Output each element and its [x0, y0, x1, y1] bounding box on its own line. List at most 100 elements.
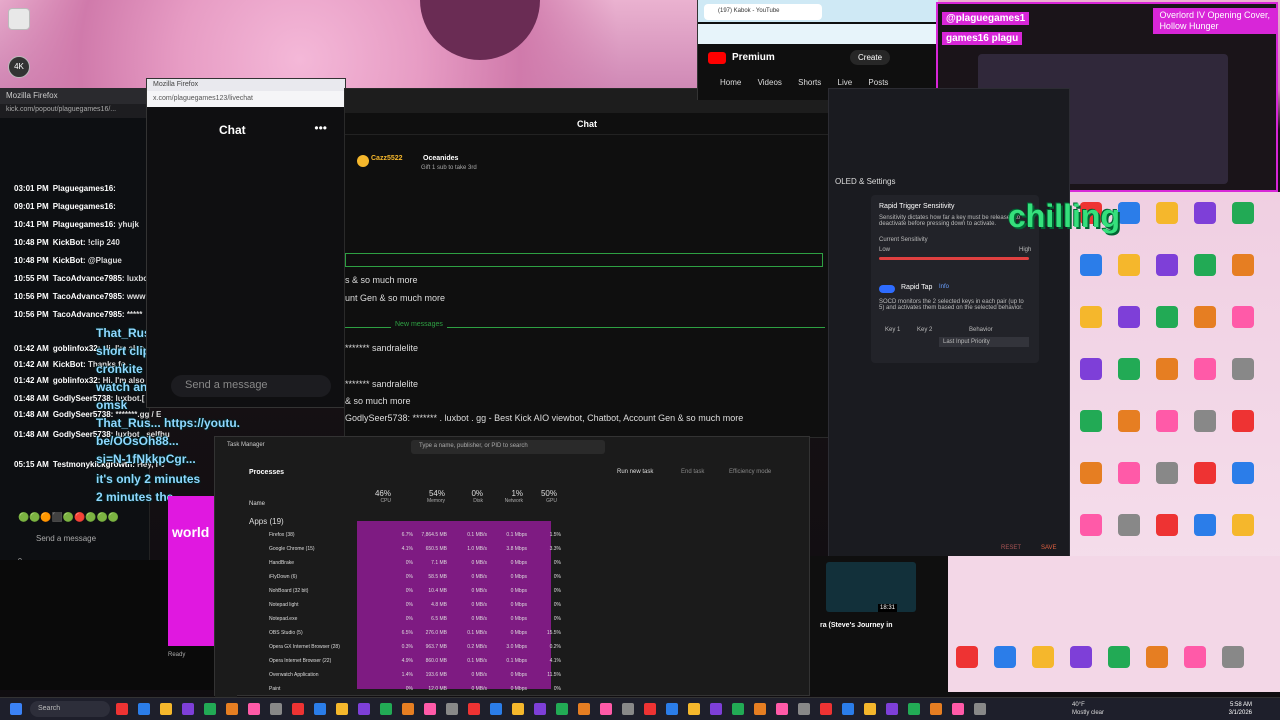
process-row[interactable]: Firefox (38) 6.7% 7,864.5 MB 0.1 MB/s 0.… — [237, 529, 811, 543]
desktop-app-icon[interactable] — [1156, 462, 1178, 484]
desktop-app-icon[interactable] — [1118, 514, 1140, 536]
process-row[interactable]: NohBoard (32 bit) 0% 10.4 MB 0 MB/s 0 Mb… — [237, 585, 811, 599]
process-row[interactable]: Google Chrome (15) 4.1% 650.5 MB 1.0 MB/… — [237, 543, 811, 557]
desktop-app-icon[interactable] — [1156, 358, 1178, 380]
taskbar-app-icon[interactable] — [864, 703, 876, 715]
desktop-app-icon[interactable] — [1032, 646, 1054, 668]
desktop-app-icon[interactable] — [1118, 254, 1140, 276]
desktop-app-icon[interactable] — [1156, 202, 1178, 224]
sensitivity-slider[interactable] — [879, 257, 1029, 260]
process-row[interactable]: Notepad.exe 0% 6.5 MB 0 MB/s 0 Mbps 0% — [237, 613, 811, 627]
taskbar-app-icon[interactable] — [182, 703, 194, 715]
yt-video-card[interactable]: 18:31 ra (Steve's Journey in — [810, 556, 950, 696]
info-link[interactable]: Info — [939, 284, 949, 290]
behavior-select[interactable]: Last Input Priority — [939, 337, 1029, 347]
desktop-app-icon[interactable] — [1108, 646, 1130, 668]
desktop-app-icon[interactable] — [994, 646, 1016, 668]
desktop-icon[interactable] — [8, 8, 30, 30]
taskbar-app-icon[interactable] — [534, 703, 546, 715]
desktop-app-icon[interactable] — [1232, 202, 1254, 224]
desktop-app-icon[interactable] — [1194, 254, 1216, 276]
start-icon[interactable] — [10, 703, 22, 715]
desktop-app-icon[interactable] — [1118, 410, 1140, 432]
desktop-app-icon[interactable] — [1222, 646, 1244, 668]
taskbar-app-icon[interactable] — [116, 703, 128, 715]
tab-shorts[interactable]: Shorts — [798, 78, 821, 87]
desktop-app-icon[interactable] — [1156, 306, 1178, 328]
taskbar-app-icon[interactable] — [446, 703, 458, 715]
taskbar-app-icon[interactable] — [776, 703, 788, 715]
save-button[interactable]: SAVE — [1041, 545, 1057, 551]
create-button[interactable]: Create — [850, 50, 891, 65]
tab-posts[interactable]: Posts — [868, 78, 888, 87]
col-name[interactable]: Name — [249, 501, 265, 507]
desktop-app-icon[interactable] — [1080, 358, 1102, 380]
desktop-app-icon[interactable] — [1184, 646, 1206, 668]
desktop-app-icon[interactable] — [1232, 462, 1254, 484]
desktop-app-icon[interactable] — [1232, 410, 1254, 432]
desktop-app-icon[interactable] — [1080, 514, 1102, 536]
desktop-app-icon[interactable] — [1080, 306, 1102, 328]
run-new-task-button[interactable]: Run new task — [617, 469, 653, 475]
taskbar-app-icon[interactable] — [754, 703, 766, 715]
desktop-app-icon[interactable] — [1080, 410, 1102, 432]
process-row[interactable]: Paint 0% 12.0 MB 0 MB/s 0 Mbps 0% — [237, 683, 811, 697]
process-row[interactable]: Opera GX Internet Browser (28) 0.3% 963.… — [237, 641, 811, 655]
desktop-app-icon[interactable] — [1156, 410, 1178, 432]
desktop-app-icon[interactable] — [1118, 358, 1140, 380]
desktop-app-icon[interactable] — [956, 646, 978, 668]
desktop-app-icon[interactable] — [1232, 514, 1254, 536]
desktop-app-icon[interactable] — [1080, 462, 1102, 484]
taskbar-app-icon[interactable] — [380, 703, 392, 715]
desktop-app-icon[interactable] — [1232, 254, 1254, 276]
desktop-app-icon[interactable] — [1194, 514, 1216, 536]
desktop-app-icon[interactable] — [1194, 410, 1216, 432]
taskbar-app-icon[interactable] — [248, 703, 260, 715]
taskbar-app-icon[interactable] — [226, 703, 238, 715]
tm-col-gpu[interactable]: 50% GPU — [517, 489, 557, 504]
taskbar-app-icon[interactable] — [556, 703, 568, 715]
taskbar-app-icon[interactable] — [358, 703, 370, 715]
taskbar-app-icon[interactable] — [424, 703, 436, 715]
taskbar-app-icon[interactable] — [710, 703, 722, 715]
browser-tab[interactable]: (197) Kabok - YouTube — [704, 4, 822, 20]
taskbar-app-icon[interactable] — [842, 703, 854, 715]
tm-col-disk[interactable]: 0% Disk — [443, 489, 483, 504]
taskbar-app-icon[interactable] — [314, 703, 326, 715]
process-row[interactable]: Notepad light 0% 4.8 MB 0 MB/s 0 Mbps 0% — [237, 599, 811, 613]
weather[interactable]: 40°F Mostly clear — [1072, 701, 1104, 717]
desktop-app-icon[interactable] — [1194, 358, 1216, 380]
ff-url-bar[interactable]: x.com/plaguegames123/livechat — [147, 91, 345, 107]
taskbar-app-icon[interactable] — [292, 703, 304, 715]
desktop-app-icon[interactable] — [1232, 306, 1254, 328]
end-task-button[interactable]: End task — [681, 469, 704, 475]
youtube-logo-icon[interactable] — [708, 52, 726, 64]
clock[interactable]: 5:58 AM 3/1/2026 — [1229, 701, 1252, 717]
desktop-app-icon[interactable] — [1156, 514, 1178, 536]
taskbar-app-icon[interactable] — [886, 703, 898, 715]
desktop-app-icon[interactable] — [1118, 462, 1140, 484]
desktop-app-icon[interactable] — [1194, 462, 1216, 484]
efficiency-mode-button[interactable]: Efficiency mode — [729, 469, 771, 475]
desktop-app-icon[interactable] — [1194, 306, 1216, 328]
more-options-icon[interactable]: ••• — [314, 121, 327, 135]
taskbar-app-icon[interactable] — [468, 703, 480, 715]
taskbar-app-icon[interactable] — [270, 703, 282, 715]
emote-row[interactable]: 🟢🟢🟠⬛🟢🔴🟢🟢🟢 — [18, 512, 150, 523]
desktop-app-icon[interactable] — [1070, 646, 1092, 668]
send-message-input[interactable]: Send a message — [171, 375, 331, 397]
kick-url-bar[interactable]: kick.com/popout/plaguegames16/... — [0, 104, 149, 118]
taskbar-app-icon[interactable] — [952, 703, 964, 715]
taskbar-app-icon[interactable] — [732, 703, 744, 715]
rapid-tap-toggle[interactable] — [879, 285, 895, 293]
reset-button[interactable]: RESET — [1001, 545, 1021, 551]
desktop-app-icon[interactable] — [1146, 646, 1168, 668]
desktop-app-icon[interactable] — [1118, 202, 1140, 224]
tm-search-input[interactable]: Type a name, publisher, or PID to search — [411, 440, 605, 454]
desktop-app-icon[interactable] — [1080, 254, 1102, 276]
apps-group[interactable]: Apps (19) — [249, 517, 284, 526]
4k-app-icon[interactable]: 4K — [8, 56, 30, 78]
browser-nav[interactable] — [698, 24, 938, 44]
taskbar-app-icon[interactable] — [490, 703, 502, 715]
taskbar-search[interactable]: Search — [30, 701, 110, 717]
